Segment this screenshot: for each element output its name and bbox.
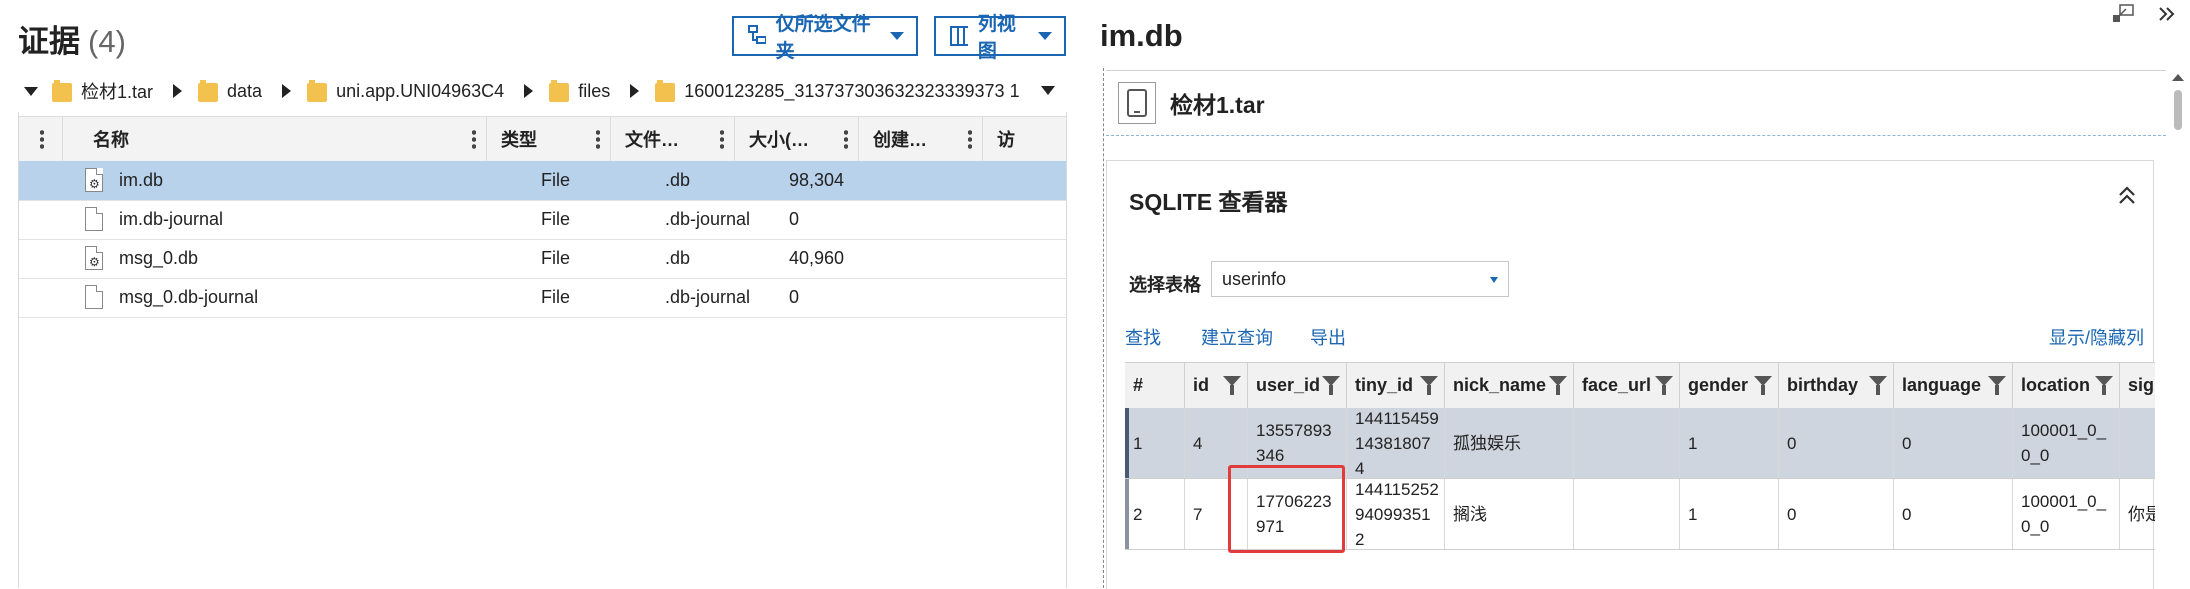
collapse-toggle-icon[interactable]: [24, 86, 38, 96]
folder-icon: [198, 80, 219, 102]
column-header-user-id[interactable]: user_id: [1248, 363, 1347, 408]
detail-title: im.db: [1100, 18, 1183, 53]
filter-icon[interactable]: [1754, 376, 1772, 395]
sqlite-grid-header: # id user_id tiny_id nick_name face_url …: [1125, 362, 2155, 409]
table-row[interactable]: ⚙ msg_0.db File .db 40,960: [19, 239, 1066, 279]
kebab-icon[interactable]: [472, 129, 476, 149]
column-menu[interactable]: [19, 117, 63, 161]
chevron-right-icon: [282, 84, 292, 98]
column-header-type[interactable]: 类型: [487, 117, 611, 161]
columns-icon: [950, 26, 968, 46]
column-header-created[interactable]: 创建…: [859, 117, 983, 161]
select-table-label: 选择表格: [1129, 275, 1201, 295]
column-header-gender[interactable]: gender: [1680, 363, 1779, 408]
sqlite-viewer: SQLITE 查看器 选择表格 userinfo 查找 建立查询 导出 显示/隐…: [1106, 160, 2155, 589]
filter-icon[interactable]: [2095, 376, 2113, 395]
column-header-size[interactable]: 大小(…: [735, 117, 859, 161]
column-header-ext[interactable]: 文件…: [611, 117, 735, 161]
column-header-id[interactable]: id: [1185, 363, 1248, 408]
selected-folder-only-label: 仅所选文件夹: [775, 14, 871, 62]
filter-icon[interactable]: [1549, 376, 1567, 395]
chevron-down-icon: [1490, 277, 1498, 283]
breadcrumb-item[interactable]: 检材1.tar: [52, 78, 153, 104]
selected-folder-only-button[interactable]: 仅所选文件夹: [732, 14, 918, 62]
panel-controls: [2112, 4, 2176, 24]
show-hide-columns-link[interactable]: 显示/隐藏列: [2049, 324, 2144, 350]
breadcrumb-item[interactable]: 1600123285_313737303632323339373 1: [655, 80, 1020, 102]
table-select[interactable]: userinfo: [1211, 261, 1509, 297]
collapse-up-icon[interactable]: [2117, 185, 2137, 207]
folder-icon: [307, 80, 328, 102]
folder-icon: [655, 80, 676, 102]
column-header-location[interactable]: location: [2013, 363, 2120, 408]
kebab-icon[interactable]: [844, 129, 848, 149]
table-select-value: userinfo: [1222, 268, 1287, 289]
evidence-title-text: 证据: [18, 24, 80, 59]
scroll-thumb[interactable]: [2174, 90, 2182, 130]
folder-tree-icon: [748, 25, 766, 44]
column-view-button[interactable]: 列视图: [934, 14, 1066, 62]
column-header-birthday[interactable]: birthday: [1779, 363, 1894, 408]
breadcrumb-item[interactable]: files: [549, 80, 610, 102]
scroll-up-icon[interactable]: [2172, 74, 2184, 81]
export-link[interactable]: 导出: [1310, 324, 1346, 350]
vertical-scrollbar[interactable]: [2168, 68, 2188, 588]
filter-icon[interactable]: [1223, 376, 1241, 395]
filter-icon[interactable]: [1322, 376, 1340, 395]
undock-icon[interactable]: [2112, 4, 2134, 24]
breadcrumb-item[interactable]: uni.app.UNI04963C4: [307, 80, 504, 102]
breadcrumb-item[interactable]: data: [198, 80, 262, 102]
folder-icon: [52, 80, 72, 102]
column-header-sign[interactable]: sign: [2120, 363, 2155, 408]
kebab-icon[interactable]: [720, 129, 724, 149]
sqlite-viewer-title: SQLITE 查看器: [1129, 189, 1288, 215]
filter-icon[interactable]: [1869, 376, 1887, 395]
filter-icon[interactable]: [1988, 376, 2006, 395]
column-header-name[interactable]: 名称: [63, 117, 487, 161]
kebab-icon[interactable]: [40, 129, 44, 149]
table-row[interactable]: ⚙ im.db File .db 98,304: [19, 161, 1066, 201]
table-row[interactable]: im.db-journal File .db-journal 0: [19, 200, 1066, 240]
filter-icon[interactable]: [1420, 376, 1438, 395]
evidence-title: 证据 (4): [18, 16, 126, 61]
column-header-accessed[interactable]: 访: [983, 117, 1066, 161]
kebab-icon[interactable]: [968, 129, 972, 149]
source-bar: 检材1.tar: [1106, 70, 2166, 136]
blank-file-icon: [85, 207, 103, 231]
column-header-language[interactable]: language: [1894, 363, 2013, 408]
table-row[interactable]: msg_0.db-journal File .db-journal 0: [19, 278, 1066, 318]
column-header-num[interactable]: #: [1125, 363, 1185, 408]
db-file-icon: ⚙: [85, 168, 103, 192]
evidence-panel: 证据 (4) 仅所选文件夹 列视图 检材1.tar data uni.app.UN…: [0, 0, 1070, 588]
dropdown-arrow-icon[interactable]: [1041, 86, 1055, 95]
blank-file-icon: [85, 285, 103, 309]
chevron-right-icon: [524, 84, 534, 98]
kebab-icon[interactable]: [596, 129, 600, 149]
highlight-annotation: [1228, 465, 1345, 553]
source-label: 检材1.tar: [1170, 92, 1265, 118]
file-grid-header: 名称 类型 文件… 大小(… 创建… 访: [19, 116, 1066, 162]
chevron-down-icon: [1038, 32, 1052, 40]
sqlite-data-grid: # id user_id tiny_id nick_name face_url …: [1125, 362, 2155, 589]
breadcrumb: 检材1.tar data uni.app.UNI04963C4 files 16…: [18, 72, 1063, 110]
find-link[interactable]: 查找: [1125, 324, 1161, 350]
double-chevron-right-icon[interactable]: [2158, 5, 2176, 23]
device-icon-frame: [1118, 82, 1156, 124]
build-query-link[interactable]: 建立查询: [1201, 324, 1273, 350]
evidence-count: (4): [88, 24, 126, 59]
folder-icon: [549, 80, 570, 102]
db-file-icon: ⚙: [85, 246, 103, 270]
column-header-face-url[interactable]: face_url: [1574, 363, 1680, 408]
column-header-nick-name[interactable]: nick_name: [1445, 363, 1574, 408]
chevron-down-icon: [890, 32, 904, 40]
filter-icon[interactable]: [1655, 376, 1673, 395]
phone-icon: [1127, 89, 1147, 117]
column-view-label: 列视图: [977, 14, 1016, 62]
file-grid: 名称 类型 文件… 大小(… 创建… 访 ⚙ im.db File .db 98…: [18, 112, 1067, 588]
chevron-right-icon: [630, 84, 640, 98]
column-header-tiny-id[interactable]: tiny_id: [1347, 363, 1445, 408]
chevron-right-icon: [173, 84, 183, 98]
